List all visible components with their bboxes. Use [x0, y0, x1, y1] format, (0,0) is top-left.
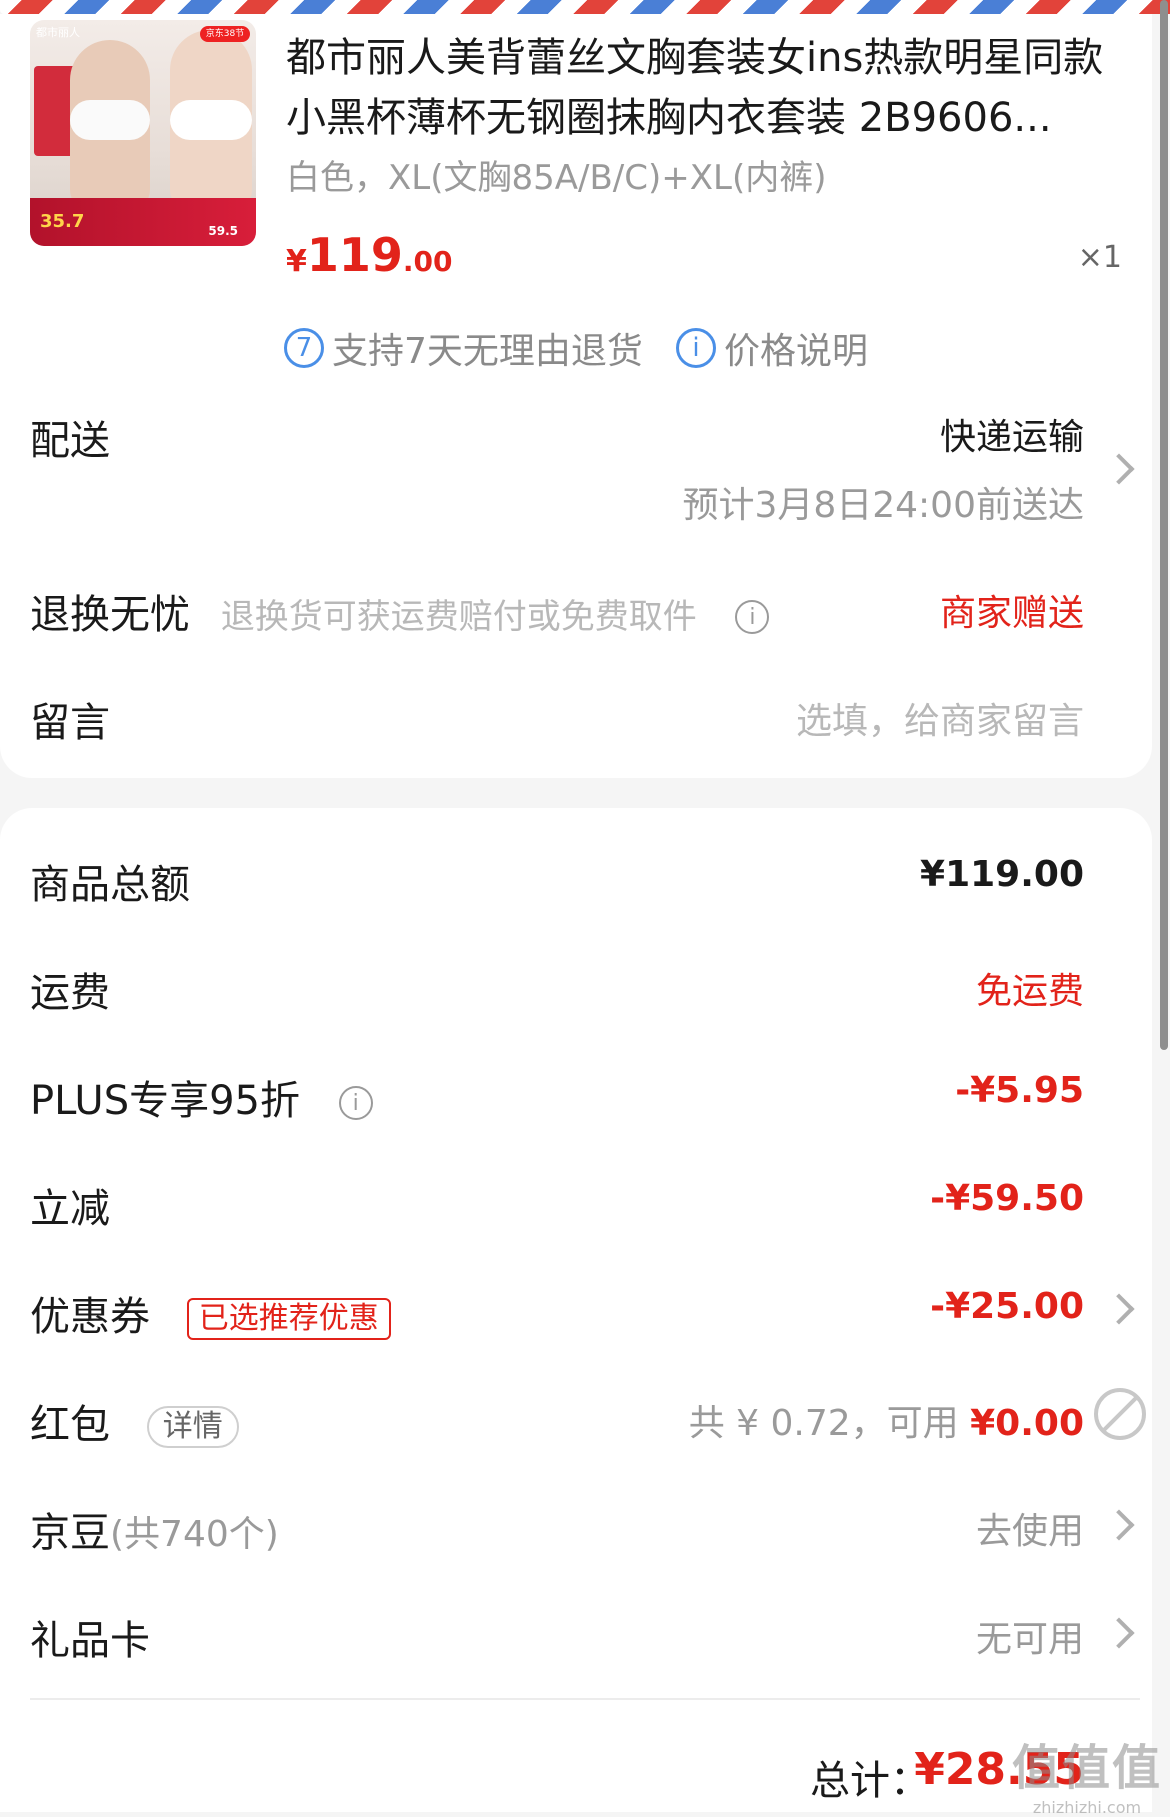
watermark-url: zhizhizhi.com — [1032, 1798, 1142, 1817]
thumb-badge: 京东38节 — [200, 26, 250, 42]
price-symbol: ¥ — [286, 244, 307, 279]
redpacket-details-button[interactable]: 详情 — [146, 1406, 239, 1448]
redpacket-total: 共 ¥ 0.72，可用 — [688, 1403, 971, 1444]
info-icon[interactable]: i — [338, 1086, 373, 1120]
info-icon: i — [676, 328, 716, 368]
thumb-promo-price2: 59.5 — [208, 224, 238, 238]
price-decimal: .00 — [402, 245, 453, 278]
thumb-bra-left — [70, 100, 150, 140]
plus-discount-value: -¥5.95 — [955, 1070, 1084, 1111]
redpacket-label: 红包 — [30, 1402, 110, 1448]
delivery-label: 配送 — [30, 418, 110, 464]
airmail-border — [0, 0, 1170, 14]
delivery-method[interactable]: 快递运输 — [940, 408, 1084, 460]
plus-discount-row: PLUS专享95折 i — [30, 1068, 373, 1126]
service-price-info[interactable]: i 价格说明 — [676, 322, 868, 374]
giftcard-value[interactable]: 无可用 — [976, 1610, 1084, 1662]
jingdou-row[interactable]: 京豆(共740个) — [30, 1500, 279, 1558]
instant-discount-label: 立减 — [30, 1186, 110, 1232]
coupon-recommended-tag: 已选推荐优惠 — [186, 1298, 391, 1340]
watermark-logo: 值值值 — [1011, 1740, 1162, 1796]
jingdou-action[interactable]: 去使用 — [976, 1502, 1084, 1554]
coupon-row[interactable]: 优惠券 已选推荐优惠 — [30, 1284, 391, 1342]
return-worry-free-label: 退换无忧 — [30, 592, 190, 638]
goods-total-value: ¥119.00 — [920, 854, 1084, 895]
product-price: ¥119.00 — [286, 228, 453, 282]
thumb-promo-bar: 35.7 59.5 — [30, 198, 256, 246]
goods-total-label: 商品总额 — [30, 862, 190, 908]
return-worry-free-desc: 退换货可获运费赔付或免费取件 — [220, 597, 697, 637]
redpacket-value: 共 ¥ 0.72，可用 ¥0.00 — [689, 1394, 1084, 1446]
coupon-label: 优惠券 — [30, 1294, 150, 1340]
scrollbar[interactable] — [1160, 0, 1168, 1050]
redpacket-row: 红包 详情 — [30, 1392, 239, 1450]
divider — [30, 1698, 1140, 1700]
info-icon[interactable]: i — [735, 600, 770, 634]
thumb-bra-right — [170, 100, 252, 140]
service-label: 支持7天无理由退货 — [332, 331, 643, 372]
return-worry-free-row[interactable]: 退换无忧 退换货可获运费赔付或免费取件 i — [30, 582, 770, 640]
jingdou-label: 京豆 — [30, 1510, 110, 1556]
shipping-value: 免运费 — [975, 971, 1084, 1012]
product-spec: 白色，XL(文胸85A/B/C)+XL(内裤) — [286, 158, 827, 198]
product-thumbnail[interactable]: 都市丽人 京东38节 35.7 59.5 — [30, 20, 256, 246]
instant-discount-value: -¥59.50 — [930, 1178, 1084, 1219]
service-label: 价格说明 — [724, 331, 869, 372]
thumb-brand: 都市丽人 — [36, 26, 80, 39]
shipping-label: 运费 — [30, 970, 110, 1016]
giftcard-label: 礼品卡 — [30, 1618, 150, 1664]
message-label: 留言 — [30, 700, 110, 746]
return-worry-free-value: 商家赠送 — [939, 593, 1084, 634]
order-item-card: 都市丽人 京东38节 35.7 59.5 都市丽人美背蕾丝文胸套装女ins热款明… — [0, 14, 1152, 778]
coupon-value: -¥25.00 — [930, 1286, 1084, 1327]
redpacket-available: ¥0.00 — [970, 1403, 1084, 1444]
message-input[interactable]: 选填，给商家留言 — [796, 692, 1084, 744]
seven-day-return-icon: 7 — [284, 328, 324, 368]
redpacket-disabled-toggle-icon[interactable] — [1094, 1388, 1146, 1440]
plus-discount-label: PLUS专享95折 — [30, 1078, 300, 1124]
watermark: 值值值 zhizhizhi.com — [1012, 1728, 1162, 1817]
product-title[interactable]: 都市丽人美背蕾丝文胸套装女ins热款明星同款小黑杯薄杯无钢圈抹胸内衣套装 2B9… — [286, 28, 1136, 148]
product-quantity: ×1 — [1077, 240, 1122, 275]
service-seven-day-return[interactable]: 7 支持7天无理由退货 — [284, 322, 643, 374]
jingdou-count: (共740个) — [110, 1514, 279, 1555]
total-label: 总计： — [810, 1758, 930, 1804]
thumb-promo-price: 35.7 — [40, 211, 85, 232]
price-integer: 119 — [306, 228, 403, 282]
delivery-eta: 预计3月8日24:00前送达 — [682, 485, 1084, 526]
